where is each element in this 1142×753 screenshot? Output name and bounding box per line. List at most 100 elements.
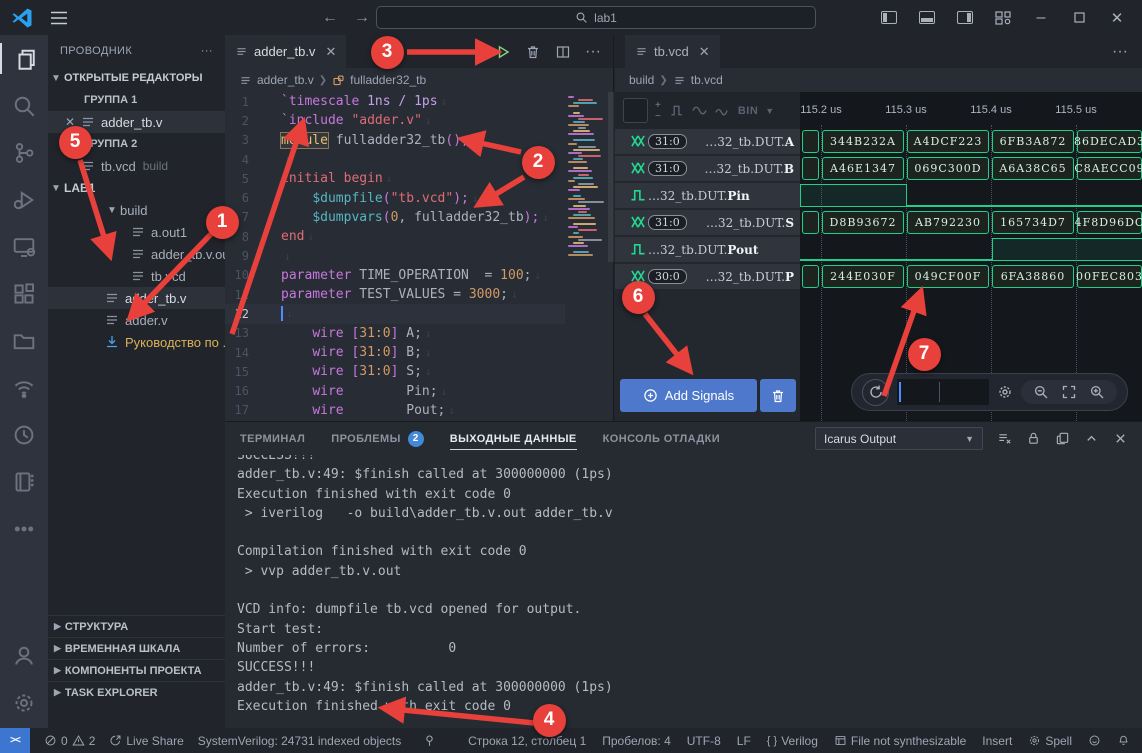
- wifi-icon[interactable]: [0, 364, 48, 411]
- tab-terminal[interactable]: ТЕРМИНАЛ: [240, 422, 305, 455]
- close-button[interactable]: ✕: [1102, 4, 1132, 32]
- tab-problems[interactable]: ПРОБЛЕМЫ2: [331, 422, 423, 455]
- gear-icon[interactable]: [997, 384, 1013, 400]
- editor-more-icon[interactable]: ···: [585, 43, 601, 61]
- minimap[interactable]: [565, 92, 608, 421]
- synthesis-status[interactable]: File not synthesizable: [834, 734, 966, 748]
- tab-close-icon[interactable]: ✕: [699, 44, 710, 60]
- open-editors-header[interactable]: ▼ОТКРЫТЫЕ РЕДАКТОРЫ: [48, 67, 225, 89]
- breadcrumb-symbol[interactable]: fulladder32_tb: [350, 73, 426, 87]
- command-search-input[interactable]: lab1: [376, 6, 816, 29]
- remove-signals-button[interactable]: [760, 379, 796, 412]
- signal-row-2[interactable]: 31:0…32_tb.DUT.B: [615, 156, 800, 181]
- tree-item-adder-tb-v[interactable]: adder_tb.v: [48, 287, 225, 309]
- symbol-search-icon[interactable]: [423, 734, 436, 747]
- tree-item--[interactable]: Руководство по ...2: [48, 331, 225, 353]
- breadcrumb[interactable]: adder_tb.v ❯ fulladder32_tb: [225, 68, 613, 92]
- maximize-panel-icon[interactable]: [1084, 431, 1099, 446]
- indentation[interactable]: Пробелов: 4: [602, 734, 671, 748]
- settings-icon[interactable]: [0, 679, 48, 726]
- tab-adder-tb[interactable]: adder_tb.v ✕: [225, 35, 346, 68]
- code-line-9[interactable]: 9: [225, 246, 565, 265]
- code-line-4[interactable]: 4: [225, 150, 565, 169]
- toggle-panel-icon[interactable]: [912, 4, 942, 32]
- code-line-1[interactable]: 1`timescale 1ns / 1ps: [225, 92, 565, 111]
- zoom-out-small-button[interactable]: −: [655, 111, 661, 122]
- add-signals-button[interactable]: Add Signals: [620, 379, 757, 412]
- code-line-14[interactable]: 14 wire [31:0] B;: [225, 343, 565, 362]
- breadcrumb-file[interactable]: tb.vcd: [691, 73, 723, 87]
- problems-status[interactable]: 0 2: [44, 734, 95, 748]
- search-icon[interactable]: [0, 82, 48, 129]
- account-icon[interactable]: [0, 632, 48, 679]
- code-line-10[interactable]: 10parameter TIME_OPERATION = 100;: [225, 266, 565, 285]
- menu-icon[interactable]: [50, 11, 68, 25]
- zoom-fit-icon[interactable]: [1061, 384, 1077, 400]
- spell-check[interactable]: Spell: [1028, 734, 1072, 748]
- notifications-bell-icon[interactable]: [1117, 734, 1130, 747]
- radix-select[interactable]: BIN: [738, 105, 758, 117]
- encoding[interactable]: UTF-8: [687, 734, 721, 748]
- sidebar-section-компоненты-проекта[interactable]: ▶КОМПОНЕНТЫ ПРОЕКТА: [48, 659, 225, 681]
- code-line-15[interactable]: 15 wire [31:0] S;: [225, 362, 565, 381]
- clear-output-icon[interactable]: [997, 431, 1012, 446]
- notebook-icon[interactable]: [0, 458, 48, 505]
- run-debug-icon[interactable]: [0, 176, 48, 223]
- remote-indicator[interactable]: ><: [0, 728, 30, 753]
- run-button[interactable]: [495, 44, 511, 60]
- insert-mode[interactable]: Insert: [982, 734, 1012, 748]
- source-control-icon[interactable]: [0, 129, 48, 176]
- tab-output[interactable]: ВЫХОДНЫЕ ДАННЫЕ: [450, 422, 577, 455]
- toggle-sidebar-icon[interactable]: [874, 4, 904, 32]
- nav-forward-icon[interactable]: →: [354, 9, 370, 27]
- signal-row-3[interactable]: …32_tb.DUT.Pin: [615, 183, 800, 208]
- more-icon[interactable]: [0, 505, 48, 552]
- code-line-2[interactable]: 2`include "adder.v": [225, 111, 565, 130]
- tree-item-adder-v[interactable]: adder.v: [48, 309, 225, 331]
- zoom-out-icon[interactable]: [1033, 384, 1049, 400]
- editor-more-icon[interactable]: ···: [1112, 35, 1142, 68]
- code-line-13[interactable]: 13 wire [31:0] A;: [225, 324, 565, 343]
- signal-row-1[interactable]: 31:0…32_tb.DUT.A: [615, 129, 800, 154]
- code-line-7[interactable]: 7 $dumpvars(0, fulladder32_tb);: [225, 208, 565, 227]
- zoom-in-small-button[interactable]: +: [655, 100, 661, 111]
- tree-root-lab1[interactable]: ▼LAB1: [48, 177, 225, 199]
- analog-mode-alt-icon[interactable]: [714, 103, 729, 118]
- code-line-17[interactable]: 17 wire Pout;: [225, 401, 565, 420]
- code-line-12[interactable]: 12: [225, 304, 565, 323]
- color-swatch[interactable]: [623, 98, 648, 123]
- code-editor[interactable]: 1`timescale 1ns / 1ps2`include "adder.v"…: [225, 92, 565, 421]
- live-share-button[interactable]: Live Share: [109, 734, 183, 748]
- close-panel-icon[interactable]: [1113, 431, 1128, 446]
- tree-item-adder-tb-v-out[interactable]: adder_tb.v.out: [48, 243, 225, 265]
- zoom-in-icon[interactable]: [1089, 384, 1105, 400]
- toggle-secondary-sidebar-icon[interactable]: [950, 4, 980, 32]
- code-line-8[interactable]: 8end: [225, 227, 565, 246]
- tree-item-tb-vcd[interactable]: tb.vcd: [48, 265, 225, 287]
- sidebar-more-icon[interactable]: ···: [201, 45, 213, 57]
- nav-back-icon[interactable]: ←: [322, 9, 338, 27]
- container-icon[interactable]: [0, 317, 48, 364]
- timing-mode-icon[interactable]: [670, 103, 685, 118]
- code-line-11[interactable]: 11parameter TEST_VALUES = 3000;: [225, 285, 565, 304]
- sidebar-section-task-explorer[interactable]: ▶TASK EXPLORER: [48, 681, 225, 703]
- indexer-status[interactable]: SystemVerilog: 24731 indexed objects: [198, 734, 401, 748]
- tab-close-icon[interactable]: ✕: [325, 44, 336, 60]
- output-channel-select[interactable]: Icarus Output▼: [815, 427, 983, 450]
- refresh-button[interactable]: [862, 379, 889, 406]
- output-content[interactable]: SUCCESS!!!adder_tb.v:49: $finish called …: [237, 455, 1138, 728]
- split-editor-icon[interactable]: [555, 44, 571, 60]
- tree-item-build[interactable]: ▼build: [48, 199, 225, 221]
- maximize-button[interactable]: [1064, 4, 1094, 32]
- editor-scrollbar[interactable]: [608, 92, 614, 262]
- sidebar-section-структура[interactable]: ▶СТРУКТУРА: [48, 615, 225, 637]
- open-in-editor-icon[interactable]: [1055, 431, 1070, 446]
- tab-tb-vcd[interactable]: tb.vcd ✕: [625, 35, 720, 68]
- signal-row-4[interactable]: 31:0…32_tb.DUT.S: [615, 210, 800, 235]
- breadcrumb-file[interactable]: adder_tb.v: [257, 73, 314, 87]
- breadcrumb-folder[interactable]: build: [629, 73, 654, 87]
- explorer-icon[interactable]: [0, 35, 48, 82]
- language-mode[interactable]: { }Verilog: [767, 734, 818, 748]
- analog-mode-icon[interactable]: [692, 103, 707, 118]
- customize-layout-icon[interactable]: [988, 4, 1018, 32]
